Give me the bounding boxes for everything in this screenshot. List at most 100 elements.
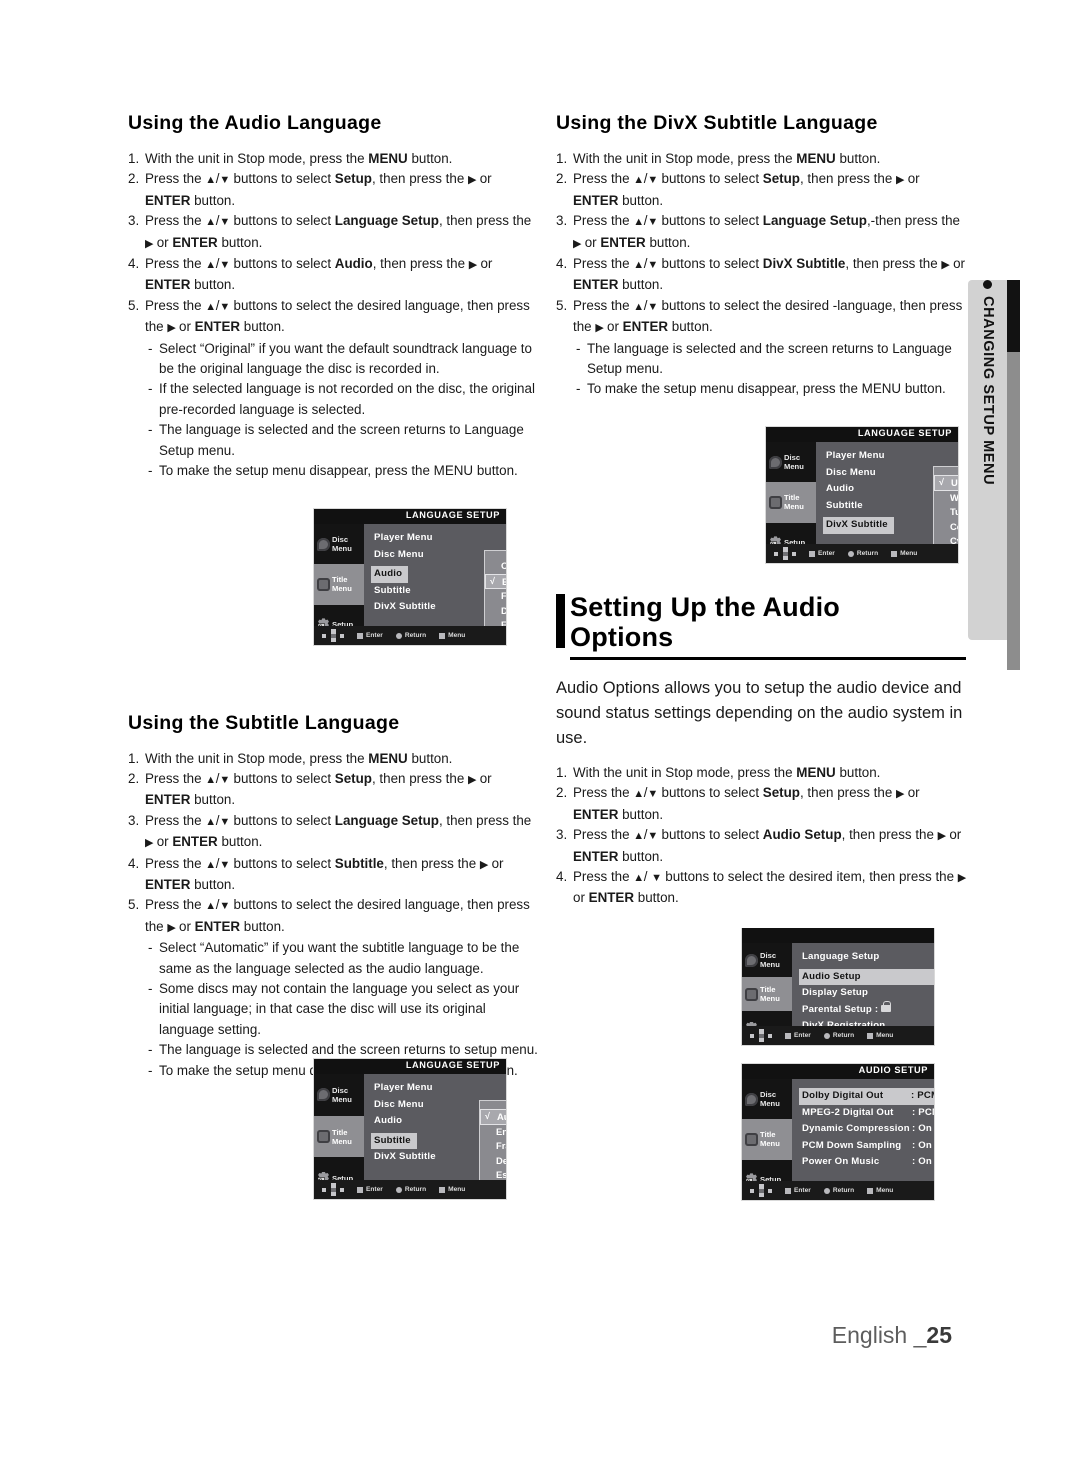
osd-row[interactable]: PCM Down Sampling: On (800, 1138, 934, 1155)
osd-popup-option[interactable]: Français (485, 589, 506, 604)
osd-menu-label: Subtitle (374, 584, 411, 596)
instruction-step: 1. With the unit in Stop mode, press the … (556, 149, 966, 169)
step-number: 1. (128, 750, 140, 766)
osd-sidebar-item[interactable]: Disc Menu (314, 524, 364, 565)
dpad-glyph: ▶ (167, 322, 176, 335)
osd-menu-item[interactable]: Player Menu (824, 448, 958, 465)
osd-row[interactable]: Dynamic Compression: On (800, 1121, 934, 1138)
osd-hint-menu: Menu (891, 550, 917, 557)
emphasis: Audio Setup (762, 827, 842, 843)
instruction-step: 3. Press the ▲/▼ buttons to select Langua… (128, 811, 540, 854)
osd-row[interactable]: MPEG-2 Digital Out: PCM (800, 1105, 934, 1122)
instruction-step: 4. Press the ▲/▼ buttons to select Subtit… (128, 854, 540, 896)
osd-row[interactable]: Display Setup► (800, 985, 934, 1002)
osd-row[interactable]: Parental Setup : ► (800, 1001, 934, 1019)
round-button-icon (823, 1032, 830, 1039)
osd-row[interactable]: Language Setup► (800, 949, 934, 966)
bullet-dash: - (148, 422, 153, 438)
scroll-up-caret-icon[interactable]: ▲ (485, 551, 506, 559)
osd-sidebar-item[interactable]: Disc Menu (742, 1079, 792, 1120)
emphasis: ENTER (573, 192, 619, 208)
osd-popup-option[interactable]: Français (480, 1139, 506, 1154)
osd-popup-option[interactable]: Original (485, 559, 506, 574)
step-number: 5. (128, 297, 140, 313)
osd-sidebar-label: Title Menu (760, 1130, 780, 1149)
step-text: Press the ▲/▼ buttons to select Setup, t… (145, 770, 492, 808)
osd-popup-option[interactable]: √ Unicode (934, 475, 958, 491)
emphasis: Subtitle (334, 855, 384, 871)
osd-menu-item[interactable]: Player Menu (372, 530, 506, 547)
osd-sidebar-item[interactable]: Title Menu (742, 977, 792, 1011)
osd-popup-option[interactable]: √ Automatic (480, 1109, 506, 1125)
dpad-glyph: ▲ (633, 788, 644, 801)
osd-sidebar-item[interactable]: Disc Menu (742, 943, 792, 977)
instruction-bullet: - Some discs may not contain the language… (128, 979, 540, 1040)
osd-popup-option[interactable]: Deutsch (480, 1154, 506, 1169)
emphasis: Audio (334, 256, 373, 272)
osd-popup-option[interactable]: Central (934, 520, 958, 535)
emphasis: MENU (796, 764, 836, 780)
osd-menu-item[interactable]: Audio (371, 566, 409, 583)
osd-sidebar-label: Disc Menu (760, 1090, 780, 1109)
instruction-step: 3. Press the ▲/▼ buttons to select Langua… (556, 211, 966, 254)
osd-sidebar-item[interactable]: Title Menu (742, 1119, 792, 1160)
osd-menu-item[interactable]: Player Menu (372, 1080, 506, 1097)
osd-menu-label: Audio (826, 483, 855, 494)
osd-popup-option[interactable]: √ English (485, 573, 506, 589)
dpad-glyph: ▼ (647, 174, 658, 187)
osd-row[interactable]: Dolby Digital Out: PCM (799, 1088, 934, 1105)
osd-menu-label: Subtitle (374, 1134, 411, 1146)
osd-popup-option[interactable]: Turkish (934, 505, 958, 520)
osd-sidebar-item[interactable]: Disc Menu (766, 442, 816, 483)
osd-menu-item[interactable]: DivX Subtitle (823, 517, 894, 534)
dpad-icon (322, 629, 344, 642)
osd-hint-label: Return (832, 1187, 855, 1194)
osd-sidebar-item[interactable]: Title Menu (766, 482, 816, 523)
osd-sidebar-item[interactable]: Title Menu (314, 564, 364, 605)
dpad-glyph: ▼ (651, 871, 662, 884)
dpad-glyph: ▲ (633, 300, 644, 313)
emphasis: Setup (762, 785, 800, 801)
side-tab-label: CHANGING SETUP MENU (980, 296, 996, 486)
bullet-text: To make the setup menu disappear, press … (587, 381, 946, 397)
osd-menu-label: Disc Menu (374, 548, 424, 560)
osd-popup-option[interactable]: Deutsch (485, 604, 506, 619)
osd-row-label: Dynamic Compression (802, 1123, 910, 1134)
osd-hint-enter: Enter (809, 550, 835, 557)
step-number: 3. (556, 213, 568, 229)
emphasis: ENTER (145, 192, 191, 208)
instruction-bullet: -To make the setup menu disappear, press… (128, 461, 540, 481)
osd-sidebar-item[interactable]: Disc Menu (314, 1074, 364, 1116)
osd-row-value: : On (912, 1123, 932, 1134)
osd-popup-option[interactable]: Western (934, 491, 958, 506)
step-text: Press the ▲/ ▼ buttons to select the des… (573, 868, 966, 906)
osd-popup-option[interactable]: English (480, 1125, 506, 1140)
steps-divx-subtitle-language: 1. With the unit in Stop mode, press the … (556, 149, 966, 400)
title-accent-bar (556, 593, 565, 648)
step-number: 1. (556, 151, 568, 166)
osd-menu-label: DivX Subtitle (374, 1151, 436, 1162)
instruction-step: 2. Press the ▲/▼ buttons to select Setup,… (128, 769, 540, 811)
osd-hint-label: Enter (794, 1187, 811, 1194)
scroll-up-caret-icon[interactable]: ▲ (934, 467, 958, 475)
dpad-glyph: ▶ (937, 830, 946, 843)
square-button-icon (809, 550, 815, 557)
instruction-step: 1. With the unit in Stop mode, press the … (128, 749, 540, 769)
instruction-step: 4. Press the ▲/ ▼ buttons to select the d… (556, 867, 966, 909)
osd-row[interactable]: Power On Music: On (800, 1154, 934, 1171)
osd-row[interactable]: Audio Setup► (799, 968, 934, 985)
osd-row-label: Language Setup (802, 951, 880, 962)
side-tab-changing-setup-menu: CHANGING SETUP MENU (968, 280, 1020, 670)
dpad-icon (774, 547, 796, 560)
emphasis: ENTER (194, 319, 241, 335)
dpad-glyph: ▼ (647, 788, 658, 801)
osd-menu-item[interactable]: Subtitle (371, 1132, 417, 1149)
scroll-up-caret-icon[interactable]: ▲ (480, 1101, 506, 1109)
scroll-down-caret-icon[interactable]: ▼ (934, 563, 959, 564)
osd-hint-label: Return (856, 550, 879, 557)
osd-row-label: Audio Setup (802, 970, 861, 982)
title-menu-icon (317, 577, 330, 591)
osd-sidebar-item[interactable]: Title Menu (314, 1115, 364, 1158)
step-number: 1. (128, 151, 140, 166)
bullet-dash: - (148, 980, 153, 996)
